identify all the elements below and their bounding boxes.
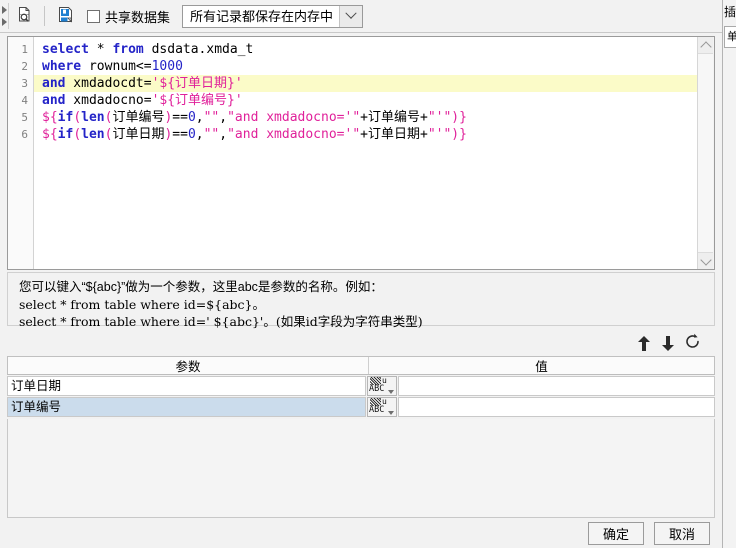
code-line[interactable]: ${if(len(订单日期)==0,"","and xmdadocno='"+订…	[34, 126, 697, 143]
dialog-footer: 确定 取消	[0, 518, 722, 548]
line-number: 3	[21, 77, 28, 90]
background-window-sliver: 插 单	[722, 0, 736, 548]
toolbar-grip[interactable]	[0, 1, 9, 31]
column-header-value[interactable]: 值	[369, 357, 714, 374]
document-search-icon	[16, 6, 33, 26]
share-dataset-label: 共享数据集	[105, 9, 171, 25]
chevron-down-icon[interactable]	[339, 5, 363, 27]
storage-mode-combo[interactable]: 所有记录都保存在内存中	[182, 4, 364, 28]
parameter-hint-panel: 您可以键入“${abc}”做为一个参数，这里abc是参数的名称。例如： sele…	[7, 272, 715, 329]
line-number: 6	[21, 128, 28, 141]
background-window-title: 插	[724, 5, 736, 19]
param-type-label: ABC	[369, 405, 385, 415]
save-dataset-icon	[57, 6, 74, 26]
editor-vertical-scrollbar[interactable]	[697, 37, 714, 269]
line-number-gutter: 1 2 3 4 5 6	[8, 37, 34, 269]
param-type-combo[interactable]: u ABC	[367, 376, 397, 396]
hint-line-2: select * from table where id=${abc}。	[19, 297, 266, 312]
chevron-down-icon[interactable]	[388, 390, 394, 394]
refresh-icon	[684, 333, 701, 353]
sql-code-area[interactable]: select * from dsdata.xmda_t where rownum…	[34, 37, 697, 269]
param-type-label: ABC	[369, 384, 385, 394]
background-window-field: 单	[724, 26, 736, 48]
storage-mode-value: 所有记录都保存在内存中	[190, 8, 334, 24]
chevron-down-icon[interactable]	[698, 252, 713, 269]
dataset-editor-dialog: 插 单	[0, 0, 736, 548]
save-dataset-button[interactable]	[51, 2, 79, 30]
hint-line-3: select * from table where id=' ${abc}'。(…	[19, 314, 423, 329]
line-number: 4	[21, 94, 28, 107]
dialog-body: 共享数据集 所有记录都保存在内存中 1 2 3 4 5 6 select * f…	[0, 0, 722, 548]
line-number: 1	[21, 43, 28, 56]
param-name-cell[interactable]: 订单日期	[7, 376, 366, 396]
dataset-toolbar: 共享数据集 所有记录都保存在内存中	[0, 0, 722, 33]
cancel-button[interactable]: 取消	[654, 521, 710, 545]
parameter-table-empty-area	[7, 419, 715, 518]
table-row[interactable]: 订单编号 u ABC	[7, 397, 715, 417]
code-line[interactable]: and xmdadocno='${订单编号}'	[34, 92, 697, 109]
parameter-table-header: 参数 值	[7, 356, 715, 375]
arrow-down-icon	[662, 335, 674, 351]
parameter-table-rows: 订单日期 u ABC 订单编号 u ABC	[7, 376, 715, 417]
line-number: 5	[21, 111, 28, 124]
parameter-actions	[0, 330, 716, 356]
param-type-combo[interactable]: u ABC	[367, 397, 397, 417]
preview-dataset-button[interactable]	[10, 2, 38, 30]
move-param-down-button[interactable]	[656, 331, 680, 355]
column-header-param[interactable]: 参数	[8, 357, 369, 374]
table-row[interactable]: 订单日期 u ABC	[7, 376, 715, 396]
line-number: 2	[21, 60, 28, 73]
hint-line-1: 您可以键入“${abc}”做为一个参数，这里abc是参数的名称。例如：	[19, 280, 383, 294]
toolbar-separator	[44, 6, 45, 26]
arrow-up-icon	[638, 335, 650, 351]
code-line[interactable]: and xmdadocdt='${订单日期}'	[34, 75, 697, 92]
chevron-down-icon[interactable]	[388, 411, 394, 415]
param-value-cell[interactable]	[398, 397, 715, 417]
chevron-up-icon[interactable]	[698, 37, 713, 54]
refresh-params-button[interactable]	[680, 331, 704, 355]
param-value-cell[interactable]	[398, 376, 715, 396]
code-line[interactable]: where rownum<=1000	[34, 58, 697, 75]
move-param-up-button[interactable]	[632, 331, 656, 355]
scrollbar-track[interactable]	[698, 53, 713, 253]
code-line[interactable]: select * from dsdata.xmda_t	[34, 41, 697, 58]
ok-button[interactable]: 确定	[588, 521, 644, 545]
share-dataset-checkbox[interactable]: 共享数据集	[87, 7, 170, 26]
code-line[interactable]: ${if(len(订单编号)==0,"","and xmdadocno='"+订…	[34, 109, 697, 126]
param-name-cell[interactable]: 订单编号	[7, 397, 366, 417]
sql-editor[interactable]: 1 2 3 4 5 6 select * from dsdata.xmda_t …	[7, 36, 715, 270]
share-dataset-checkbox-box[interactable]	[87, 9, 100, 23]
